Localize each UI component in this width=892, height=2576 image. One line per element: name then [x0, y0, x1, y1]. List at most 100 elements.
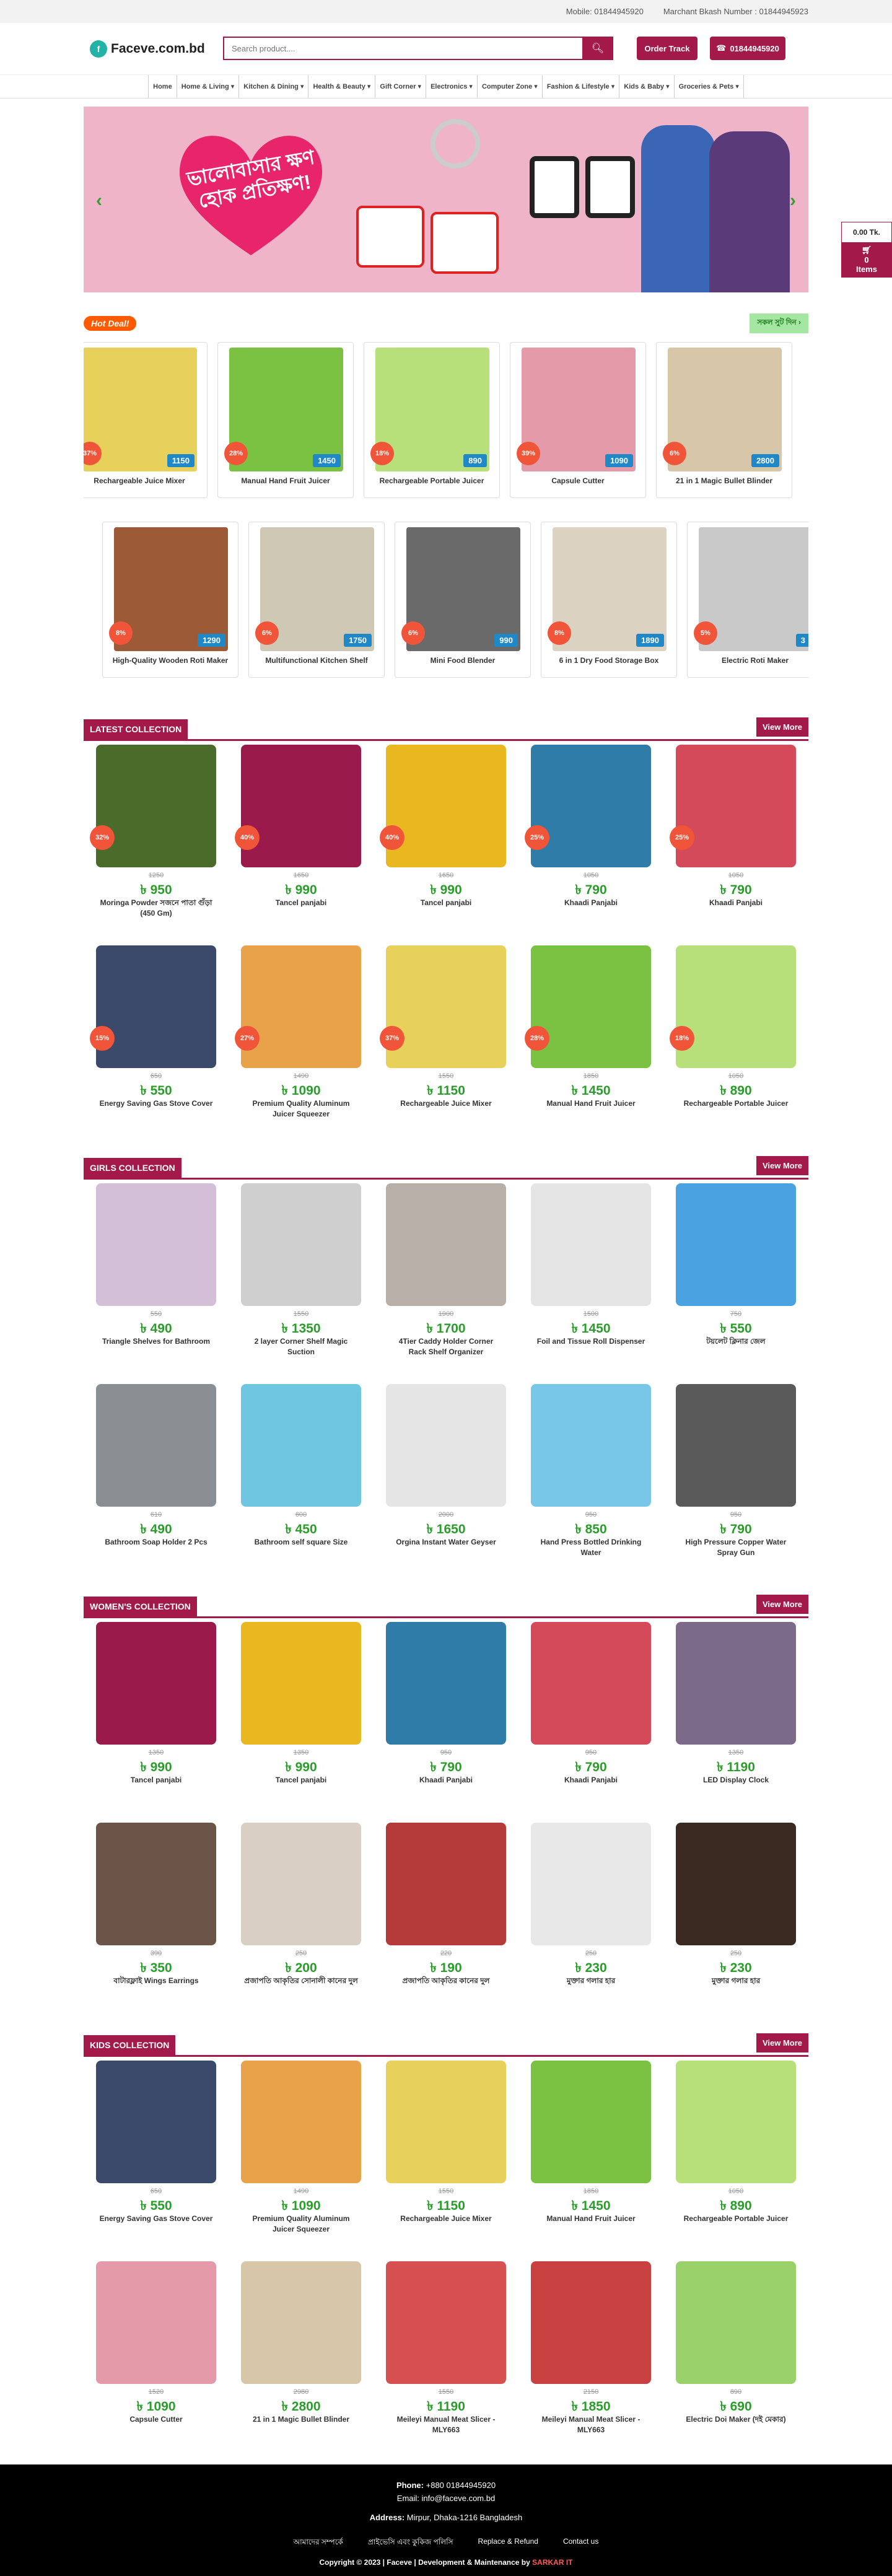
- product-image[interactable]: [531, 2061, 651, 2183]
- phone-button[interactable]: ☎ 01844945920: [710, 37, 785, 60]
- nav-item[interactable]: Electronics ▾: [426, 75, 478, 98]
- product-card[interactable]: 950 ৳ 790 Khaadi Panjabi: [374, 1622, 518, 1808]
- nav-item[interactable]: Fashion & Lifestyle ▾: [543, 75, 620, 98]
- product-card[interactable]: 390 ৳ 350 বাটারফ্লাই Wings Earrings: [84, 1823, 229, 2009]
- product-card[interactable]: 600 ৳ 450 Bathroom self square Size: [229, 1384, 374, 1570]
- product-name[interactable]: Khaadi Panjabi: [679, 898, 793, 908]
- view-more-button[interactable]: View More: [756, 1156, 808, 1175]
- nav-item[interactable]: Kitchen & Dining ▾: [239, 75, 309, 98]
- product-name[interactable]: Khaadi Panjabi: [534, 1775, 648, 1785]
- product-image[interactable]: [531, 2261, 651, 2384]
- product-card[interactable]: 1850 ৳ 1450 Manual Hand Fruit Juicer: [518, 2061, 663, 2246]
- product-image[interactable]: [386, 1183, 506, 1306]
- product-image[interactable]: [96, 1384, 216, 1507]
- product-image[interactable]: [386, 1823, 506, 1945]
- product-image[interactable]: [241, 2061, 361, 2183]
- product-name[interactable]: Manual Hand Fruit Juicer: [534, 1098, 648, 1109]
- product-card[interactable]: 250 ৳ 200 প্রজাপতি আকৃতির সোনালী কানের দুল: [229, 1823, 374, 2009]
- product-image[interactable]: [96, 2261, 216, 2384]
- product-card[interactable]: 950 ৳ 790 High Pressure Copper Water Spray…: [663, 1384, 808, 1570]
- product-image[interactable]: [386, 2261, 506, 2384]
- product-image[interactable]: [531, 945, 651, 1068]
- product-name[interactable]: 4Tier Caddy Holder Corner Rack Shelf Org…: [389, 1336, 503, 1357]
- deal-card[interactable]: 28% 1450 Manual Hand Fruit Juicer: [217, 342, 354, 498]
- product-card[interactable]: 610 ৳ 490 Bathroom Soap Holder 2 Pcs: [84, 1384, 229, 1570]
- product-name[interactable]: Energy Saving Gas Stove Cover: [99, 1098, 213, 1109]
- product-image[interactable]: [96, 1622, 216, 1745]
- footer-link[interactable]: Contact us: [563, 2537, 598, 2549]
- product-name[interactable]: Rechargeable Portable Juicer: [679, 1098, 793, 1109]
- banner-next-arrow[interactable]: ›: [790, 190, 796, 211]
- see-all-button[interactable]: সকল সুট দিন ›: [750, 313, 808, 333]
- product-card[interactable]: 950 ৳ 790 Khaadi Panjabi: [518, 1622, 663, 1808]
- product-name[interactable]: Triangle Shelves for Bathroom: [99, 1336, 213, 1347]
- product-name[interactable]: Tancel panjabi: [389, 898, 503, 908]
- product-image[interactable]: [386, 1622, 506, 1745]
- product-card[interactable]: 250 ৳ 230 মুক্তার গলার হার: [518, 1823, 663, 2009]
- product-card[interactable]: 1490 ৳ 1090 Premium Quality Aluminum Juice…: [229, 2061, 374, 2246]
- product-image[interactable]: [676, 1183, 796, 1306]
- product-card[interactable]: 2000 ৳ 1650 Orgina Instant Water Geyser: [374, 1384, 518, 1570]
- product-image[interactable]: [676, 1823, 796, 1945]
- product-card[interactable]: 1350 ৳ 1190 LED Display Clock: [663, 1622, 808, 1808]
- product-image[interactable]: [241, 1183, 361, 1306]
- product-name[interactable]: Khaadi Panjabi: [389, 1775, 503, 1785]
- nav-item[interactable]: Kids & Baby ▾: [619, 75, 675, 98]
- deal-card[interactable]: 18% 890 Rechargeable Portable Juicer: [364, 342, 500, 498]
- search-input[interactable]: [223, 37, 582, 60]
- product-card[interactable]: 32% 1250 ৳ 950 Moringa Powder সজনে পাতা গুঁ…: [84, 745, 229, 931]
- product-image[interactable]: [531, 1823, 651, 1945]
- search-button[interactable]: 🔍︎: [582, 37, 613, 60]
- product-card[interactable]: 28% 1850 ৳ 1450 Manual Hand Fruit Juicer: [518, 945, 663, 1131]
- site-logo[interactable]: f Faceve.com.bd: [90, 40, 205, 58]
- product-card[interactable]: 15% 650 ৳ 550 Energy Saving Gas Stove Cover: [84, 945, 229, 1131]
- view-more-button[interactable]: View More: [756, 1595, 808, 1614]
- deal-card[interactable]: 8% 1890 6 in 1 Dry Food Storage Box: [541, 522, 677, 678]
- product-name[interactable]: Tancel panjabi: [99, 1775, 213, 1785]
- product-image[interactable]: [676, 1622, 796, 1745]
- nav-item[interactable]: Gift Corner ▾: [375, 75, 427, 98]
- product-card[interactable]: 1900 ৳ 1700 4Tier Caddy Holder Corner Rack…: [374, 1183, 518, 1369]
- product-card[interactable]: 2980 ৳ 2800 21 in 1 Magic Bullet Blinder: [229, 2261, 374, 2447]
- product-image[interactable]: [531, 1622, 651, 1745]
- banner-prev-arrow[interactable]: ‹: [96, 190, 102, 211]
- nav-item[interactable]: Home: [148, 75, 177, 98]
- order-track-button[interactable]: Order Track: [637, 37, 697, 60]
- product-image[interactable]: [676, 2061, 796, 2183]
- product-name[interactable]: Rechargeable Juice Mixer: [389, 2214, 503, 2224]
- product-image[interactable]: [96, 1823, 216, 1945]
- product-name[interactable]: টয়লেট ক্লিনার জেল: [679, 1336, 793, 1347]
- product-image[interactable]: [96, 2061, 216, 2183]
- product-image[interactable]: [386, 1384, 506, 1507]
- product-name[interactable]: 2 layer Corner Shelf Magic Suction: [244, 1336, 358, 1357]
- nav-item[interactable]: Computer Zone ▾: [478, 75, 543, 98]
- product-card[interactable]: 1350 ৳ 990 Tancel panjabi: [229, 1622, 374, 1808]
- product-card[interactable]: 37% 1550 ৳ 1150 Rechargeable Juice Mixer: [374, 945, 518, 1131]
- product-name[interactable]: 21 in 1 Magic Bullet Blinder: [244, 2414, 358, 2425]
- deal-card[interactable]: 6% 2800 21 in 1 Magic Bullet Blinder: [656, 342, 792, 498]
- product-card[interactable]: 950 ৳ 850 Hand Press Bottled Drinking Wate…: [518, 1384, 663, 1570]
- product-name[interactable]: Tancel panjabi: [244, 1775, 358, 1785]
- deal-card[interactable]: 6% 1750 Multifunctional Kitchen Shelf: [248, 522, 385, 678]
- product-card[interactable]: 2150 ৳ 1850 Meileyi Manual Meat Slicer - M…: [518, 2261, 663, 2447]
- product-card[interactable]: 40% 1650 ৳ 990 Tancel panjabi: [374, 745, 518, 931]
- product-name[interactable]: Foil and Tissue Roll Dispenser: [534, 1336, 648, 1347]
- product-card[interactable]: 550 ৳ 490 Triangle Shelves for Bathroom: [84, 1183, 229, 1369]
- product-image[interactable]: [241, 1823, 361, 1945]
- product-image[interactable]: [531, 1384, 651, 1507]
- product-card[interactable]: 25% 1050 ৳ 790 Khaadi Panjabi: [663, 745, 808, 931]
- product-image[interactable]: [96, 945, 216, 1068]
- product-card[interactable]: 25% 1050 ৳ 790 Khaadi Panjabi: [518, 745, 663, 931]
- cart-widget[interactable]: 0.00 Tk. 🛒︎ 0 Items: [841, 222, 892, 278]
- product-name[interactable]: Hand Press Bottled Drinking Water: [534, 1537, 648, 1558]
- nav-item[interactable]: Home & Living ▾: [177, 75, 240, 98]
- product-card[interactable]: 650 ৳ 550 Energy Saving Gas Stove Cover: [84, 2061, 229, 2246]
- product-name[interactable]: Electric Doi Maker (দই মেকার): [679, 2414, 793, 2425]
- product-image[interactable]: [531, 1183, 651, 1306]
- product-name[interactable]: Bathroom Soap Holder 2 Pcs: [99, 1537, 213, 1548]
- product-name[interactable]: Meileyi Manual Meat Slicer - MLY663: [534, 2414, 648, 2435]
- product-name[interactable]: Orgina Instant Water Geyser: [389, 1537, 503, 1548]
- view-more-button[interactable]: View More: [756, 717, 808, 737]
- product-image[interactable]: [531, 745, 651, 867]
- product-name[interactable]: Meileyi Manual Meat Slicer - MLY663: [389, 2414, 503, 2435]
